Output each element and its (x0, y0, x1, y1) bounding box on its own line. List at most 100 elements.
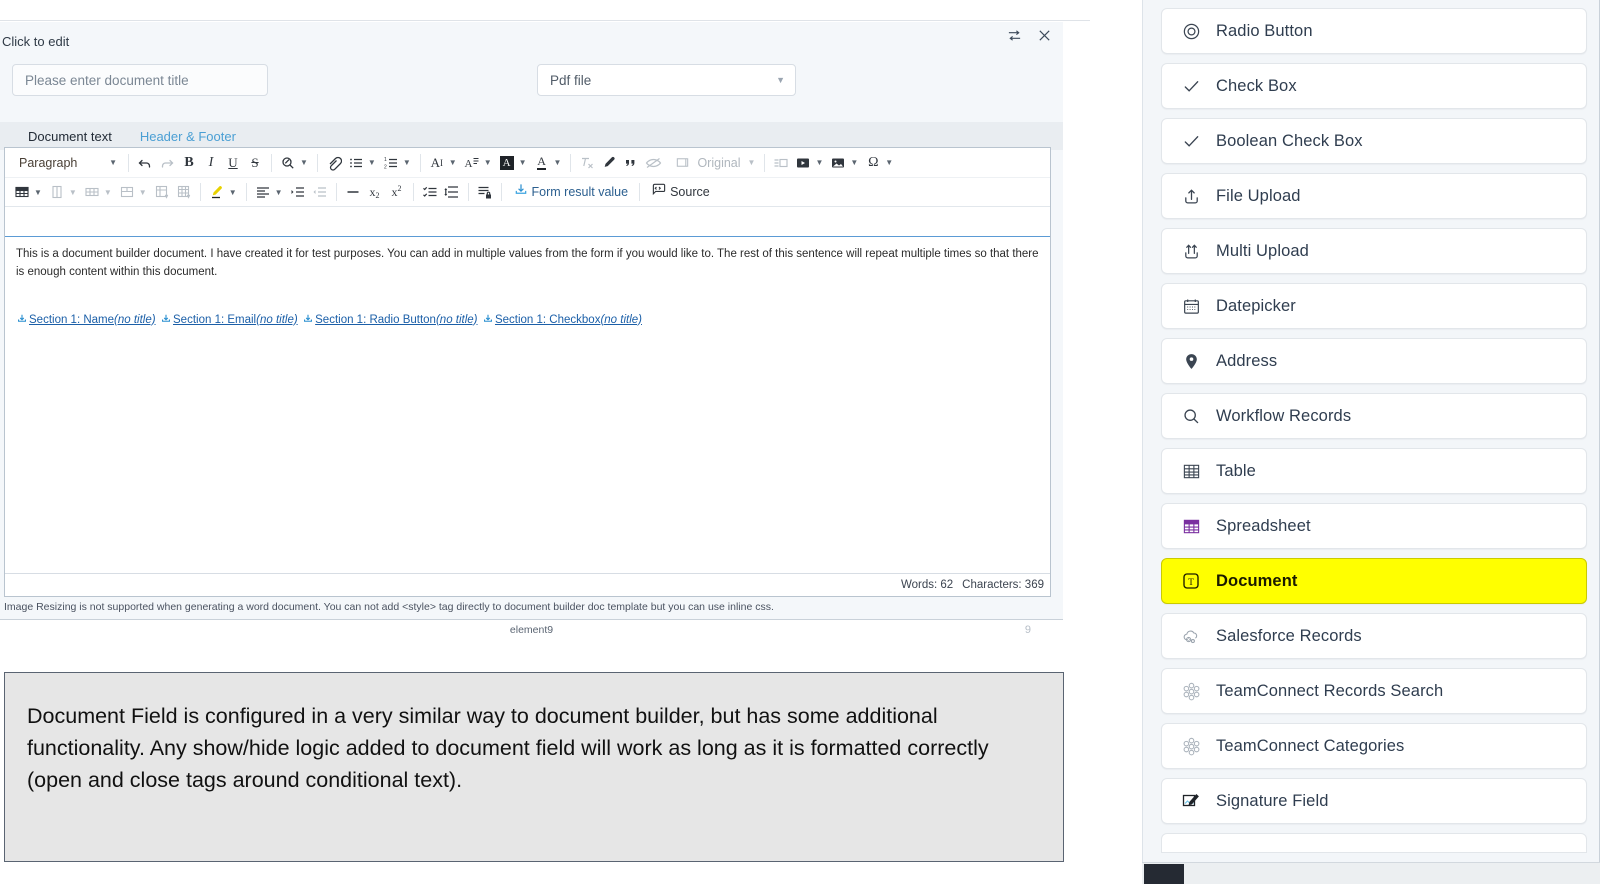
page-break-icon[interactable] (770, 151, 792, 175)
field-item-boolean-check-box[interactable]: Boolean Check Box (1161, 118, 1587, 164)
field-item-label: Check Box (1216, 76, 1297, 95)
link-icon[interactable] (323, 151, 345, 175)
field-item-check-box[interactable]: Check Box (1161, 63, 1587, 109)
chevron-down-icon[interactable]: ▼ (448, 158, 461, 167)
chevron-down-icon[interactable]: ▼ (228, 188, 241, 197)
form-field-token-suffix: (no title) (256, 313, 298, 326)
todo-list-icon[interactable] (419, 180, 441, 204)
remove-format-icon[interactable] (576, 151, 598, 175)
field-item-signature-field[interactable]: Signature Field (1161, 778, 1587, 824)
insert-image-icon[interactable] (827, 151, 849, 175)
close-icon[interactable] (1035, 26, 1053, 44)
chevron-down-icon[interactable]: ▼ (33, 188, 46, 197)
field-item-salesforce-records[interactable]: Salesforce Records (1161, 613, 1587, 659)
highlighter-icon[interactable] (206, 180, 228, 204)
chevron-down-icon[interactable]: ▼ (367, 158, 380, 167)
underline-icon[interactable]: U (222, 151, 244, 175)
source-button[interactable]: Source (645, 180, 716, 204)
svg-text:1: 1 (384, 157, 387, 163)
form-field-token[interactable]: Section 1: Name (no title) (16, 312, 156, 326)
field-item-datepicker[interactable]: Datepicker (1161, 283, 1587, 329)
bold-icon[interactable]: B (178, 151, 200, 175)
chevron-down-icon[interactable]: ▼ (483, 158, 496, 167)
font-color-icon[interactable]: A (531, 151, 553, 175)
form-field-token[interactable]: Section 1: Radio Button (no title) (302, 312, 478, 326)
field-item-radio-button[interactable]: Radio Button (1161, 8, 1587, 54)
media-embed-icon[interactable] (792, 151, 814, 175)
form-result-value-label: Form result value (531, 185, 629, 199)
table-row-icon[interactable] (81, 180, 103, 204)
strikethrough-icon[interactable]: S (244, 151, 266, 175)
insert-table-icon[interactable] (11, 180, 33, 204)
chevron-down-icon[interactable]: ▼ (138, 188, 151, 197)
table-properties-icon[interactable] (151, 180, 173, 204)
chevron-down-icon[interactable]: ▼ (299, 158, 312, 167)
form-field-token[interactable]: Section 1: Checkbox (no title) (482, 312, 642, 326)
file-type-select[interactable]: Pdf file ▼ (537, 64, 796, 96)
highlight-pen-icon[interactable] (598, 151, 620, 175)
image-resize-original-button[interactable]: Original (665, 151, 746, 175)
document-text-icon: T (1180, 570, 1202, 592)
special-character-icon[interactable]: Ω (862, 151, 884, 175)
font-background-color-icon[interactable]: A (496, 151, 518, 175)
superscript-icon[interactable]: x2 (386, 180, 408, 204)
chevron-down-icon[interactable]: ▼ (747, 158, 760, 167)
chevron-down-icon[interactable]: ▼ (518, 158, 531, 167)
form-result-value-button[interactable]: Form result value (507, 180, 635, 204)
click-to-edit-label[interactable]: Click to edit (2, 34, 69, 49)
horizontal-scrollbar[interactable] (1142, 862, 1600, 884)
chevron-down-icon[interactable]: ▼ (402, 158, 415, 167)
chevron-down-icon[interactable]: ▼ (884, 158, 897, 167)
field-item-document[interactable]: T Document (1161, 558, 1587, 604)
text-align-icon[interactable] (252, 180, 274, 204)
table-column-icon[interactable] (46, 180, 68, 204)
find-replace-icon[interactable] (277, 151, 299, 175)
decrease-indent-icon[interactable] (309, 180, 331, 204)
field-item-workflow-records[interactable]: Workflow Records (1161, 393, 1587, 439)
table-cell-properties-icon[interactable] (173, 180, 195, 204)
field-item-address[interactable]: Address (1161, 338, 1587, 384)
dialog-title-row: Pdf file ▼ (0, 64, 1063, 108)
chevron-down-icon[interactable]: ▼ (553, 158, 566, 167)
chevron-down-icon[interactable]: ▼ (103, 188, 116, 197)
chevron-down-icon[interactable]: ▼ (814, 158, 827, 167)
merge-cells-icon[interactable] (116, 180, 138, 204)
check-icon (1180, 130, 1202, 152)
horizontal-line-icon[interactable] (342, 180, 364, 204)
form-field-token[interactable]: Section 1: Email (no title) (160, 312, 298, 326)
chevron-down-icon[interactable]: ▼ (274, 188, 287, 197)
increase-indent-icon[interactable] (287, 180, 309, 204)
line-height-icon[interactable]: A (461, 151, 483, 175)
field-item-table[interactable]: Table (1161, 448, 1587, 494)
block-quote-icon[interactable] (620, 151, 642, 175)
field-item-partial[interactable] (1161, 833, 1587, 853)
font-size-icon[interactable]: AI (426, 151, 448, 175)
redo-icon[interactable] (156, 151, 178, 175)
paragraph-style-dropdown[interactable]: Paragraph ▼ (11, 151, 123, 175)
subscript-icon[interactable]: x2 (364, 180, 386, 204)
scrollbar-thumb[interactable] (1144, 864, 1184, 884)
calendar-icon (1180, 295, 1202, 317)
restricted-editing-icon[interactable] (474, 180, 496, 204)
document-canvas[interactable]: This is a document builder document. I h… (5, 236, 1050, 572)
italic-icon[interactable]: I (200, 151, 222, 175)
document-title-input[interactable] (12, 64, 268, 96)
line-spacing-icon[interactable] (441, 180, 463, 204)
field-item-teamconnect-categories[interactable]: TeamConnect Categories (1161, 723, 1587, 769)
field-item-label: Salesforce Records (1216, 626, 1362, 645)
field-item-teamconnect-records-search[interactable]: TeamConnect Records Search (1161, 668, 1587, 714)
field-item-label: Boolean Check Box (1216, 131, 1363, 150)
numbered-list-icon[interactable]: 12 (380, 151, 402, 175)
swap-icon[interactable] (1005, 26, 1023, 44)
chevron-down-icon[interactable]: ▼ (68, 188, 81, 197)
bulleted-list-icon[interactable] (345, 151, 367, 175)
image-resize-original-icon (671, 151, 693, 175)
field-item-spreadsheet[interactable]: Spreadsheet (1161, 503, 1587, 549)
field-item-file-upload[interactable]: File Upload (1161, 173, 1587, 219)
divider (419, 153, 421, 172)
field-item-multi-upload[interactable]: Multi Upload (1161, 228, 1587, 274)
undo-icon[interactable] (134, 151, 156, 175)
chevron-down-icon[interactable]: ▼ (849, 158, 862, 167)
hidden-text-icon[interactable] (642, 151, 665, 175)
search-icon (1180, 405, 1202, 427)
